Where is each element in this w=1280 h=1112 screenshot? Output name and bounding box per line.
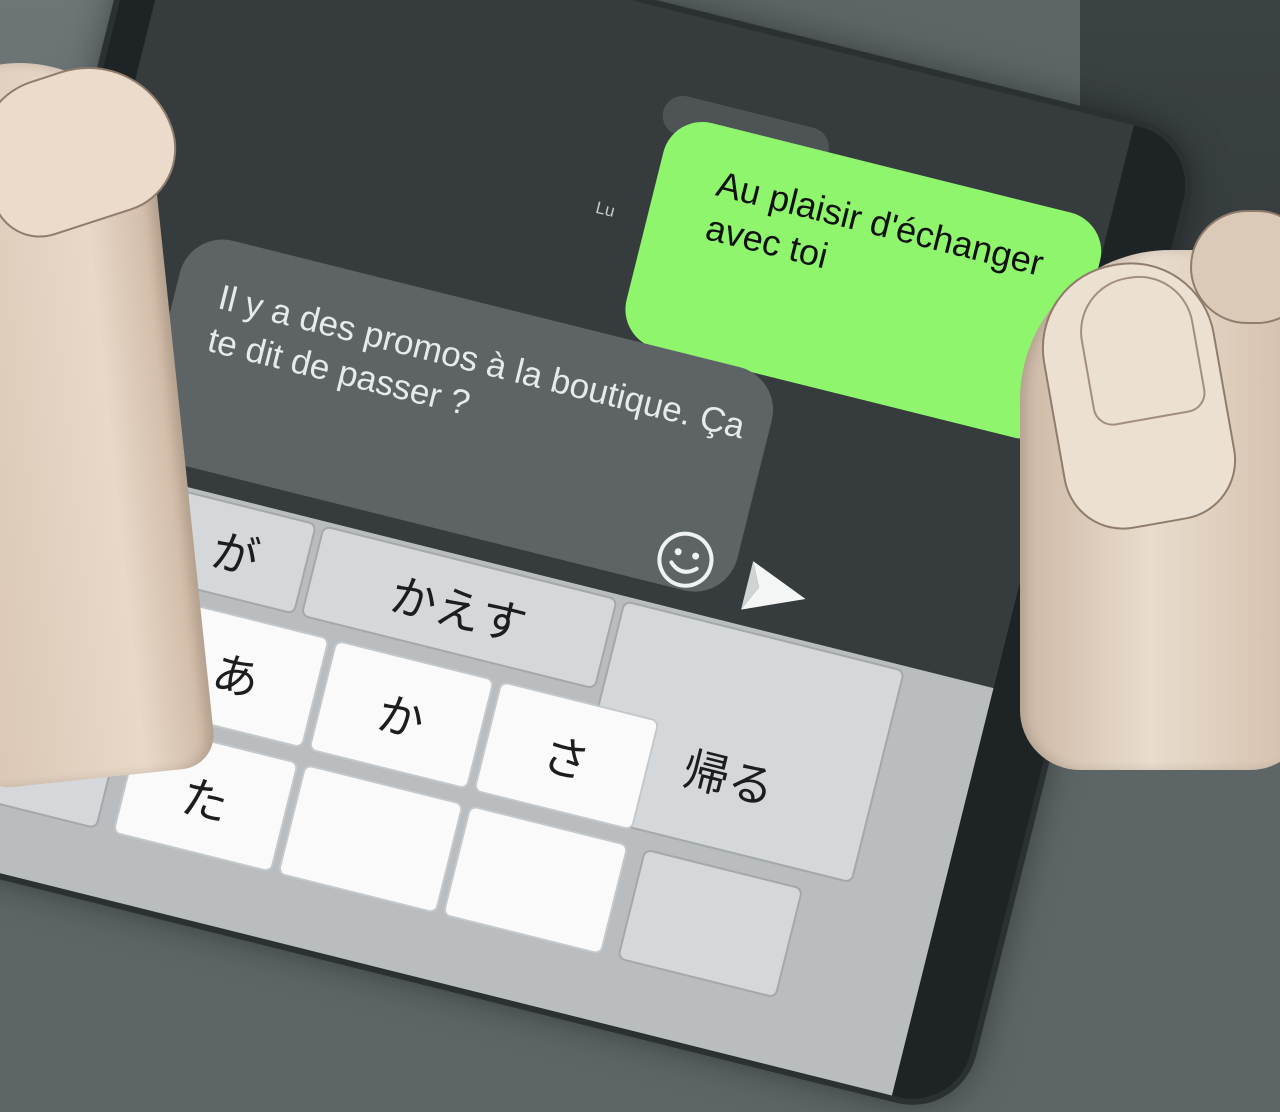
read-receipt: Lu: [593, 197, 617, 221]
key-delete[interactable]: [616, 848, 804, 999]
send-arrow-icon[interactable]: [733, 550, 818, 635]
key-na[interactable]: [277, 763, 464, 914]
outgoing-message-text: Au plaisir d'échanger avec toi: [701, 162, 1048, 284]
key-ka[interactable]: か: [308, 639, 495, 790]
key-ha[interactable]: [442, 804, 629, 956]
